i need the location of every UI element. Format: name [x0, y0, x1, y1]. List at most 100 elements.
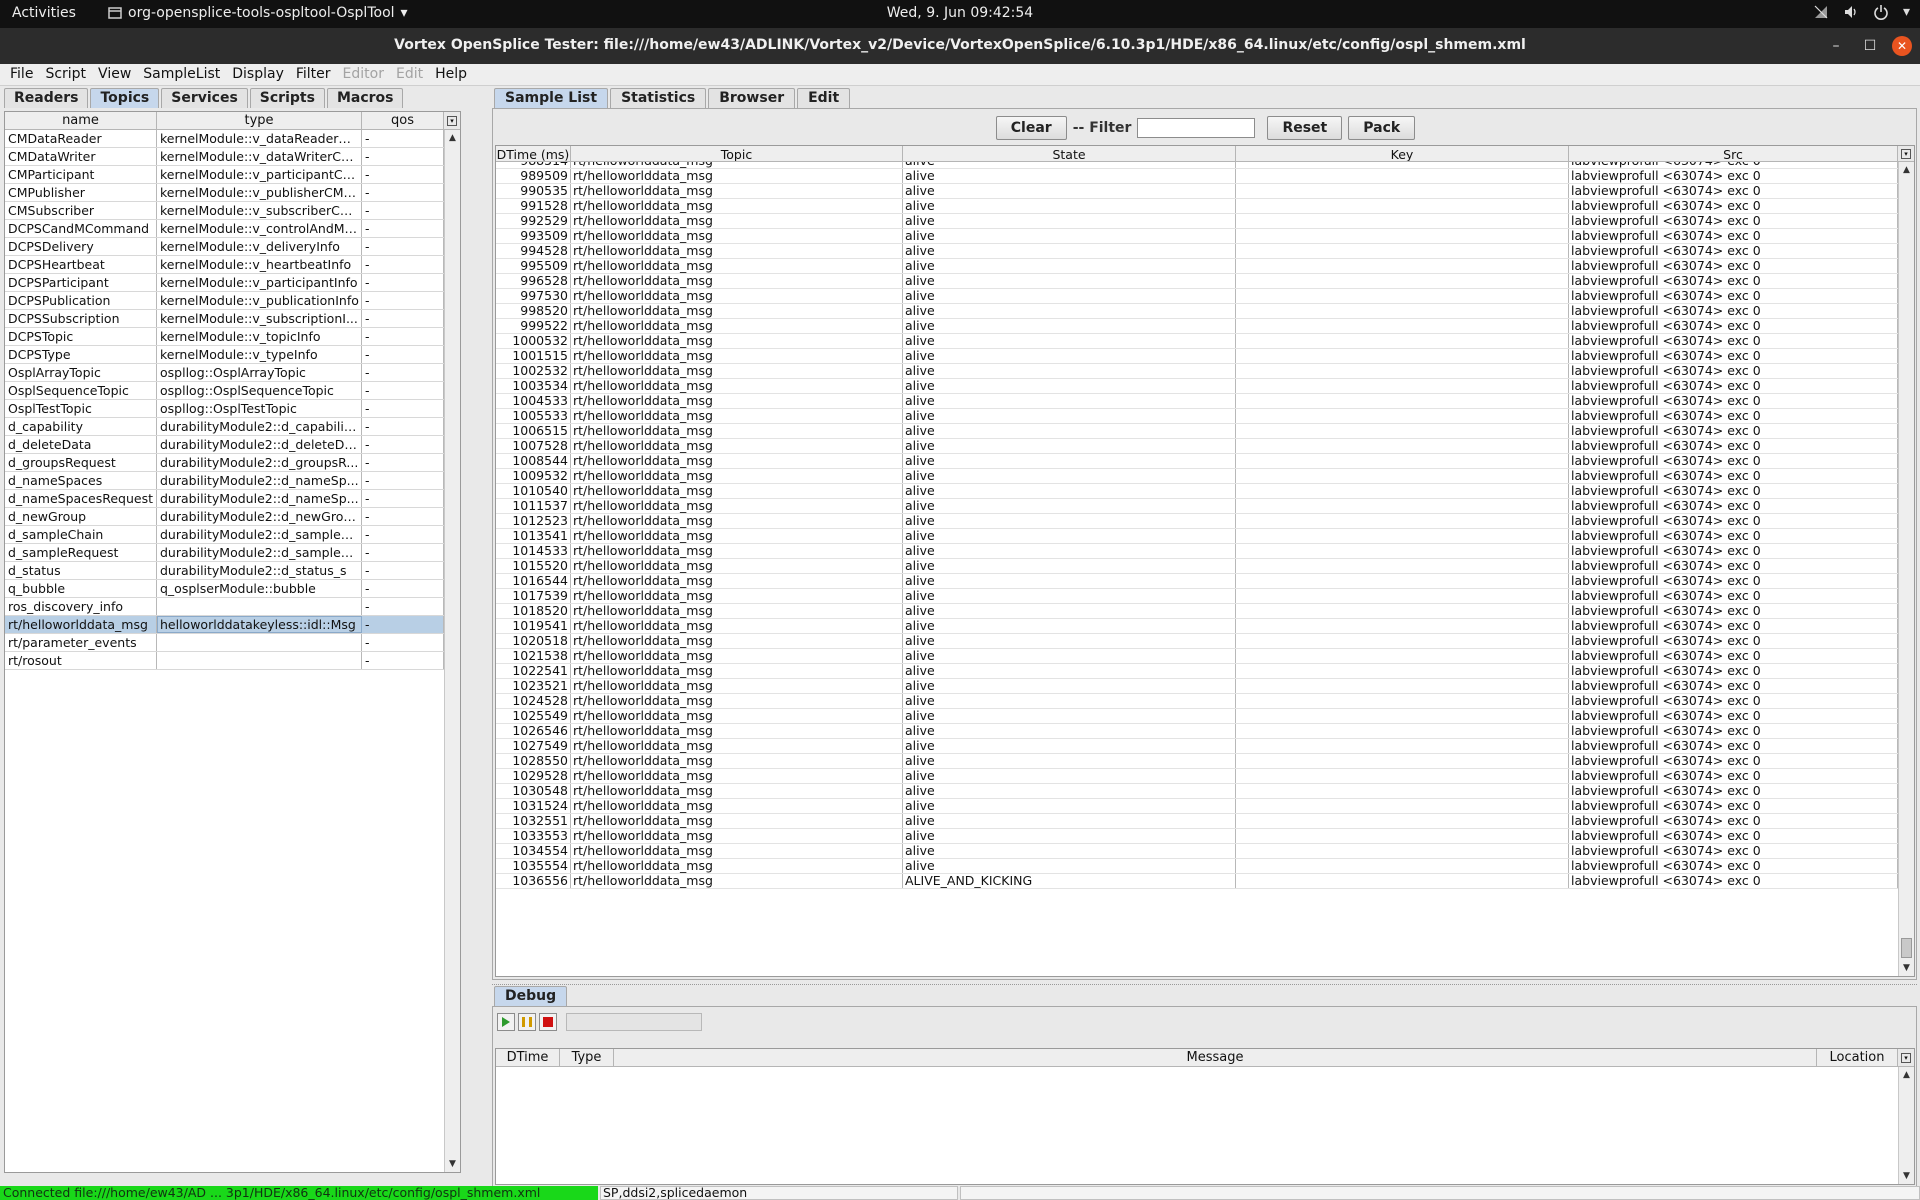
- table-row[interactable]: 994528 rt/helloworlddata_msg alive labviewp…: [496, 244, 1898, 259]
- menu-help[interactable]: Help: [429, 64, 473, 85]
- samples-scrollbar[interactable]: ▲ ▼: [1898, 162, 1914, 976]
- menu-file[interactable]: File: [4, 64, 39, 85]
- menu-samplelist[interactable]: SampleList: [137, 64, 226, 85]
- pack-button[interactable]: Pack: [1348, 116, 1416, 140]
- table-row[interactable]: d_status durabilityModule2::d_status_s -: [5, 562, 444, 580]
- table-row[interactable]: 1031524 rt/helloworlddata_msg alive labview…: [496, 799, 1898, 814]
- table-row[interactable]: 1025549 rt/helloworlddata_msg alive labview…: [496, 709, 1898, 724]
- table-row[interactable]: 1034554 rt/helloworlddata_msg alive labview…: [496, 844, 1898, 859]
- table-row[interactable]: 1030548 rt/helloworlddata_msg alive labview…: [496, 784, 1898, 799]
- table-row[interactable]: 995509 rt/helloworlddata_msg alive labviewp…: [496, 259, 1898, 274]
- table-row[interactable]: CMParticipant kernelModule::v_participant…: [5, 166, 444, 184]
- table-row[interactable]: DCPSPublication kernelModule::v_publicati…: [5, 292, 444, 310]
- tab-macros[interactable]: Macros: [326, 88, 404, 108]
- table-row[interactable]: OsplSequenceTopic ospllog::OsplSequenceTo…: [5, 382, 444, 400]
- column-header-src[interactable]: Src: [1569, 146, 1898, 161]
- reset-button[interactable]: Reset: [1267, 116, 1343, 140]
- table-row[interactable]: 1001515 rt/helloworlddata_msg alive labview…: [496, 349, 1898, 364]
- table-row[interactable]: 1002532 rt/helloworlddata_msg alive labview…: [496, 364, 1898, 379]
- table-row[interactable]: 1014533 rt/helloworlddata_msg alive labview…: [496, 544, 1898, 559]
- table-row[interactable]: 1015520 rt/helloworlddata_msg alive labview…: [496, 559, 1898, 574]
- table-row[interactable]: DCPSSubscription kernelModule::v_subscrip…: [5, 310, 444, 328]
- table-row[interactable]: ros_discovery_info -: [5, 598, 444, 616]
- menu-filter[interactable]: Filter: [290, 64, 337, 85]
- table-row[interactable]: d_nameSpaces durabilityModule2::d_nameSp.…: [5, 472, 444, 490]
- debug-scrollbar[interactable]: ▲ ▼: [1898, 1067, 1914, 1184]
- menu-view[interactable]: View: [92, 64, 137, 85]
- column-chooser-icon[interactable]: ▾: [444, 112, 460, 130]
- table-row[interactable]: DCPSTopic kernelModule::v_topicInfo -: [5, 328, 444, 346]
- table-row[interactable]: 990535 rt/helloworlddata_msg alive labviewp…: [496, 184, 1898, 199]
- table-row[interactable]: 1004533 rt/helloworlddata_msg alive labview…: [496, 394, 1898, 409]
- table-row[interactable]: 1017539 rt/helloworlddata_msg alive labview…: [496, 589, 1898, 604]
- table-row[interactable]: 1032551 rt/helloworlddata_msg alive labview…: [496, 814, 1898, 829]
- table-row[interactable]: 1005533 rt/helloworlddata_msg alive labview…: [496, 409, 1898, 424]
- table-row[interactable]: 1020518 rt/helloworlddata_msg alive labview…: [496, 634, 1898, 649]
- tab-edit[interactable]: Edit: [797, 88, 851, 108]
- table-row[interactable]: OsplArrayTopic ospllog::OsplArrayTopic -: [5, 364, 444, 382]
- app-menu[interactable]: org-opensplice-tools-ospltool-OsplTool ▾: [108, 5, 408, 21]
- topics-scrollbar[interactable]: ▲ ▼: [444, 130, 460, 1172]
- column-header-type[interactable]: type: [157, 112, 362, 129]
- table-row[interactable]: 1012523 rt/helloworlddata_msg alive labview…: [496, 514, 1898, 529]
- tab-services[interactable]: Services: [161, 88, 248, 108]
- table-row[interactable]: rt/helloworlddata_msg helloworlddatakeyle…: [5, 616, 444, 634]
- scroll-up-icon[interactable]: ▲: [1899, 1067, 1914, 1083]
- maximize-icon[interactable]: ☐: [1858, 34, 1882, 58]
- tab-scripts[interactable]: Scripts: [249, 88, 325, 108]
- table-row[interactable]: 1008544 rt/helloworlddata_msg alive labview…: [496, 454, 1898, 469]
- close-icon[interactable]: ✕: [1892, 36, 1912, 56]
- table-row[interactable]: 1027549 rt/helloworlddata_msg alive labview…: [496, 739, 1898, 754]
- column-chooser-icon[interactable]: ▾: [1898, 1049, 1914, 1067]
- tab-sample-list[interactable]: Sample List: [494, 88, 609, 108]
- table-row[interactable]: OsplTestTopic ospllog::OsplTestTopic -: [5, 400, 444, 418]
- table-row[interactable]: 991528 rt/helloworlddata_msg alive labviewp…: [496, 199, 1898, 214]
- table-row[interactable]: 1029528 rt/helloworlddata_msg alive labview…: [496, 769, 1898, 784]
- table-row[interactable]: DCPSDelivery kernelModule::v_deliveryInfo…: [5, 238, 444, 256]
- scroll-down-icon[interactable]: ▼: [445, 1156, 460, 1172]
- table-row[interactable]: rt/parameter_events -: [5, 634, 444, 652]
- clock[interactable]: Wed, 9. Jun 09:42:54: [887, 5, 1033, 21]
- column-header-location[interactable]: Location: [1817, 1049, 1898, 1066]
- table-row[interactable]: 1010540 rt/helloworlddata_msg alive labview…: [496, 484, 1898, 499]
- play-button[interactable]: [497, 1013, 515, 1031]
- table-row[interactable]: 1023521 rt/helloworlddata_msg alive labview…: [496, 679, 1898, 694]
- table-row[interactable]: CMDataReader kernelModule::v_dataReaderC.…: [5, 130, 444, 148]
- column-header-name[interactable]: name: [5, 112, 157, 129]
- table-row[interactable]: 1028550 rt/helloworlddata_msg alive labview…: [496, 754, 1898, 769]
- scroll-up-icon[interactable]: ▲: [445, 130, 460, 146]
- table-row[interactable]: d_groupsRequest durabilityModule2::d_grou…: [5, 454, 444, 472]
- column-header-message[interactable]: Message: [614, 1049, 1817, 1066]
- activities-button[interactable]: Activities: [12, 5, 76, 21]
- table-row[interactable]: 1016544 rt/helloworlddata_msg alive labview…: [496, 574, 1898, 589]
- column-header-key[interactable]: Key: [1236, 146, 1569, 161]
- system-tray[interactable]: ▾: [1813, 4, 1910, 20]
- table-row[interactable]: 1026546 rt/helloworlddata_msg alive labview…: [496, 724, 1898, 739]
- table-row[interactable]: CMPublisher kernelModule::v_publisherCMI.…: [5, 184, 444, 202]
- table-row[interactable]: d_sampleChain durabilityModule2::d_sample…: [5, 526, 444, 544]
- table-row[interactable]: 1019541 rt/helloworlddata_msg alive labview…: [496, 619, 1898, 634]
- table-row[interactable]: d_newGroup durabilityModule2::d_newGrou..…: [5, 508, 444, 526]
- table-row[interactable]: DCPSCandMCommand kernelModule::v_controlA…: [5, 220, 444, 238]
- tab-debug[interactable]: Debug: [494, 986, 568, 1006]
- table-row[interactable]: q_bubble q_osplserModule::bubble -: [5, 580, 444, 598]
- menu-display[interactable]: Display: [226, 64, 290, 85]
- table-row[interactable]: 989509 rt/helloworlddata_msg alive labviewp…: [496, 169, 1898, 184]
- column-header-state[interactable]: State: [903, 146, 1236, 161]
- table-row[interactable]: 992529 rt/helloworlddata_msg alive labviewp…: [496, 214, 1898, 229]
- table-row[interactable]: 1003534 rt/helloworlddata_msg alive labview…: [496, 379, 1898, 394]
- table-row[interactable]: 1033553 rt/helloworlddata_msg alive labview…: [496, 829, 1898, 844]
- column-header-topic[interactable]: Topic: [571, 146, 903, 161]
- table-row[interactable]: DCPSType kernelModule::v_typeInfo -: [5, 346, 444, 364]
- tab-browser[interactable]: Browser: [708, 88, 796, 108]
- stop-button[interactable]: [539, 1013, 557, 1031]
- table-row[interactable]: 1035554 rt/helloworlddata_msg alive labview…: [496, 859, 1898, 874]
- column-header-dtime[interactable]: DTime (ms): [496, 146, 571, 161]
- table-row[interactable]: 1007528 rt/helloworlddata_msg alive labview…: [496, 439, 1898, 454]
- table-row[interactable]: 1013541 rt/helloworlddata_msg alive labview…: [496, 529, 1898, 544]
- menu-script[interactable]: Script: [39, 64, 92, 85]
- table-row[interactable]: 1009532 rt/helloworlddata_msg alive labview…: [496, 469, 1898, 484]
- table-row[interactable]: d_capability durabilityModule2::d_capabil…: [5, 418, 444, 436]
- table-row[interactable]: 993509 rt/helloworlddata_msg alive labviewp…: [496, 229, 1898, 244]
- filter-input[interactable]: [1137, 118, 1256, 138]
